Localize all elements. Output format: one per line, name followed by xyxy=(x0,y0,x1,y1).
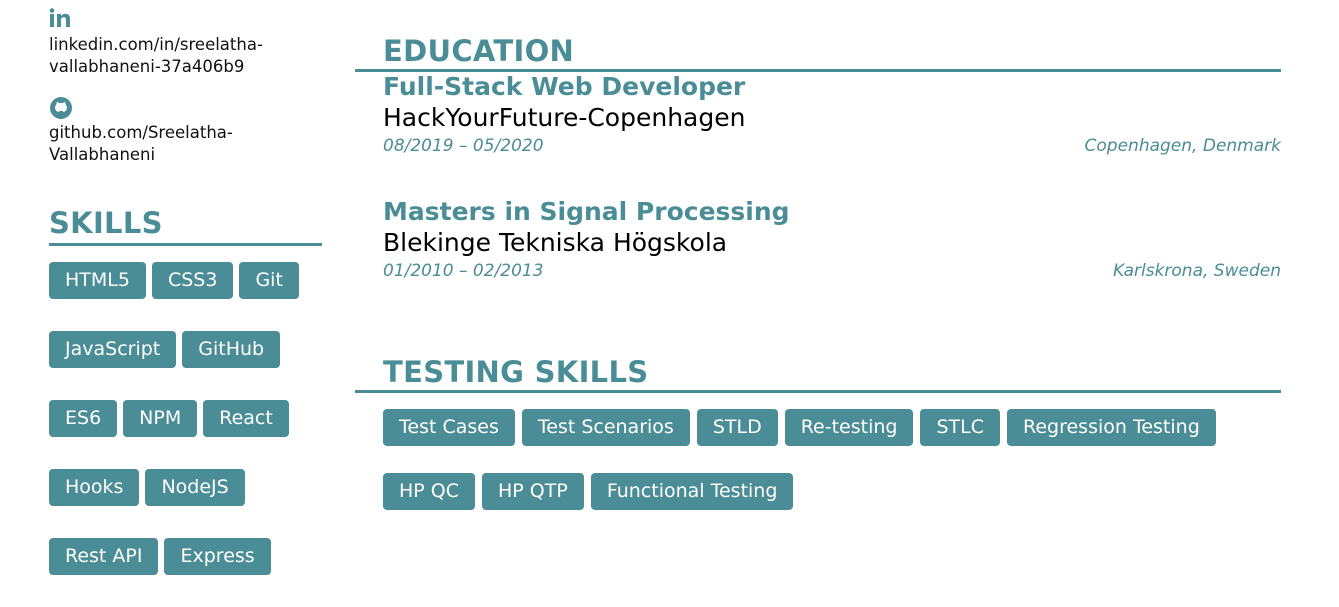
skills-row: Hooks NodeJS xyxy=(49,469,322,538)
education-location: Copenhagen, Denmark xyxy=(1084,136,1281,156)
testing-skill-tag: STLC xyxy=(920,409,1000,446)
degree-title: Masters in Signal Processing xyxy=(383,197,790,226)
github-url-line1: github.com/Sreelatha- xyxy=(49,123,233,142)
testing-skill-tag: Re-testing xyxy=(784,409,914,446)
education-section: EDUCATION Full-Stack Web Developer HackY… xyxy=(355,33,1281,322)
skill-tag: React xyxy=(203,400,289,437)
education-dates: 01/2010 – 02/2013 xyxy=(383,261,544,281)
skill-tag: Git xyxy=(239,262,299,299)
github-icon xyxy=(49,96,309,120)
testing-skills-title: TESTING SKILLS xyxy=(383,355,649,389)
education-header: EDUCATION xyxy=(355,33,1281,69)
skill-tag: JavaScript xyxy=(49,331,177,368)
testing-skill-tag: Regression Testing xyxy=(1007,409,1216,446)
skills-row: JavaScript GitHub xyxy=(49,331,322,400)
github-contact[interactable]: github.com/Sreelatha- Vallabhaneni xyxy=(49,96,309,166)
skills-title: SKILLS xyxy=(49,206,163,240)
testing-skills-row: Test Cases Test Scenarios STLD Re-testing ST… xyxy=(383,409,1281,473)
skills-tag-list: HTML5 CSS3 Git JavaScript GitHub ES6 NPM Reac… xyxy=(49,262,322,607)
testing-skills-section: TESTING SKILLS Test Cases Test Scenarios S… xyxy=(355,354,1281,537)
linkedin-url-line1: linkedin.com/in/sreelatha- xyxy=(49,35,263,54)
skill-tag: GitHub xyxy=(182,331,281,368)
skill-tag: Express xyxy=(164,538,271,575)
testing-skills-divider xyxy=(355,390,1281,393)
school-name: HackYourFuture-Copenhagen xyxy=(383,103,746,132)
school-name: Blekinge Tekniska Högskola xyxy=(383,228,728,257)
testing-skill-tag: HP QC xyxy=(383,473,476,510)
skill-tag: Hooks xyxy=(49,469,140,506)
skills-section: SKILLS HTML5 CSS3 Git JavaScript GitHub ES6… xyxy=(49,205,322,607)
skill-tag: ES6 xyxy=(49,400,118,437)
testing-skill-tag: Test Scenarios xyxy=(521,409,690,446)
education-meta: 08/2019 – 05/2020 Copenhagen, Denmark xyxy=(383,134,1281,158)
testing-skill-tag: STLD xyxy=(696,409,778,446)
testing-skills-header: TESTING SKILLS xyxy=(355,354,1281,390)
testing-skills-tag-list: Test Cases Test Scenarios STLD Re-testing ST… xyxy=(355,409,1281,537)
education-dates: 08/2019 – 05/2020 xyxy=(383,136,544,156)
skills-divider xyxy=(49,243,322,246)
education-item: Full-Stack Web Developer HackYourFuture-… xyxy=(355,72,1281,197)
education-location: Karlskrona, Sweden xyxy=(1113,261,1281,281)
degree-title: Full-Stack Web Developer xyxy=(383,72,746,101)
skill-tag: NPM xyxy=(123,400,198,437)
github-url-line2: Vallabhaneni xyxy=(49,145,156,164)
linkedin-url-line2: vallabhaneni-37a406b9 xyxy=(49,57,245,76)
education-item: Masters in Signal Processing Blekinge Te… xyxy=(355,197,1281,322)
skill-tag: HTML5 xyxy=(49,262,146,299)
education-title: EDUCATION xyxy=(383,34,575,68)
skills-row: ES6 NPM React xyxy=(49,400,322,469)
skills-row: Rest API Express xyxy=(49,538,322,607)
education-meta: 01/2010 – 02/2013 Karlskrona, Sweden xyxy=(383,259,1281,283)
skill-tag: CSS3 xyxy=(151,262,234,299)
linkedin-contact[interactable]: linkedin.com/in/sreelatha- vallabhaneni-… xyxy=(49,8,309,78)
skill-tag: NodeJS xyxy=(145,469,245,506)
testing-skills-row: HP QC HP QTP Functional Testing xyxy=(383,473,1281,537)
skill-tag: Rest API xyxy=(49,538,159,575)
testing-skill-tag: HP QTP xyxy=(482,473,584,510)
testing-skill-tag: Test Cases xyxy=(383,409,515,446)
linkedin-icon xyxy=(49,8,309,32)
skills-row: HTML5 CSS3 Git xyxy=(49,262,322,331)
testing-skill-tag: Functional Testing xyxy=(590,473,794,510)
